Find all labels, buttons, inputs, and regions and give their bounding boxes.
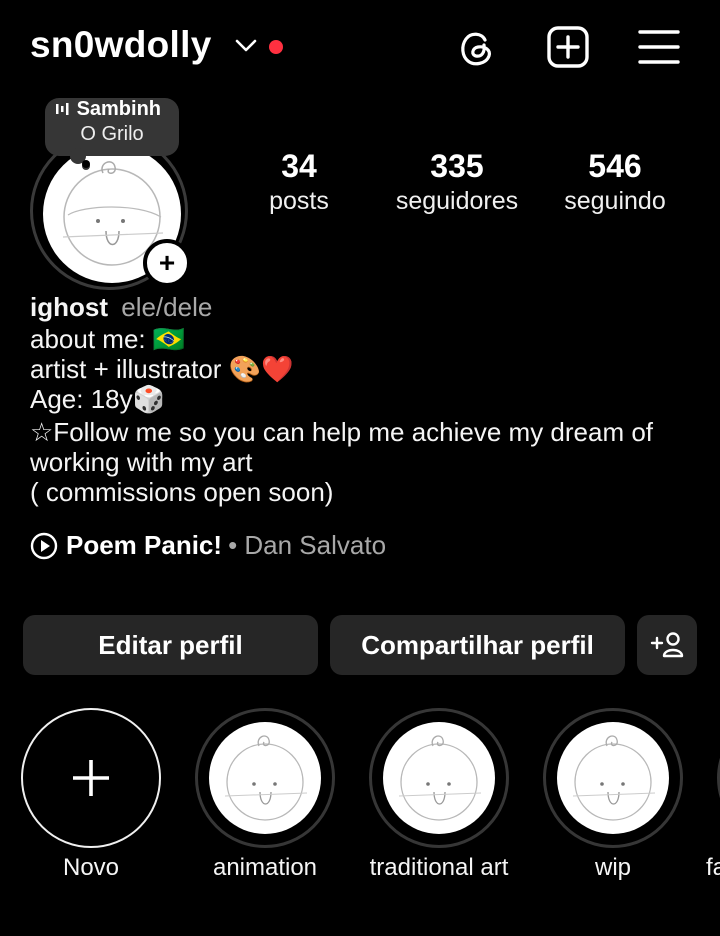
bio-line: working with my art	[30, 447, 253, 477]
highlight-item[interactable]: wip	[543, 708, 683, 882]
highlight-new-circle	[21, 708, 161, 848]
note-song: Sambinh	[76, 98, 162, 120]
menu-icon[interactable]	[637, 25, 681, 69]
highlight-item[interactable]: animation	[195, 708, 335, 882]
highlight-cover	[543, 708, 683, 848]
bio-line: ( commissions open soon)	[30, 477, 334, 507]
note-artist: O Grilo	[80, 123, 144, 145]
share-profile-button[interactable]: Compartilhar perfil	[330, 615, 625, 675]
highlight-label: traditional art	[369, 854, 509, 881]
profile-note[interactable]: Sambinh O Grilo	[45, 98, 179, 156]
add-person-icon	[650, 632, 684, 658]
profile-header: sn0wdolly	[0, 0, 720, 96]
note-song-line: Sambinh	[55, 98, 167, 121]
threads-icon[interactable]	[455, 25, 499, 69]
bio-line: Age: 18y🎲	[30, 384, 166, 414]
bio-line: about me: 🇧🇷	[30, 324, 186, 354]
edit-profile-button[interactable]: Editar perfil	[23, 615, 318, 675]
discover-people-button[interactable]	[637, 615, 697, 675]
highlight-label: wip	[594, 854, 631, 881]
highlight-item[interactable]: traditional art	[369, 708, 509, 882]
plus-icon	[73, 760, 109, 796]
stat-label: seguindo	[564, 187, 666, 215]
bio-line: artist + illustrator 🎨❤️	[30, 354, 294, 384]
chevron-down-icon[interactable]	[234, 36, 258, 56]
profile-avatar[interactable]: +	[30, 132, 194, 296]
note-tail-dot	[82, 160, 90, 168]
add-story-plus-icon[interactable]: +	[143, 239, 191, 287]
highlight-cover	[195, 708, 335, 848]
highlight-label: Novo	[62, 854, 120, 881]
profile-music[interactable]: Poem Panic! • Dan Salvato	[30, 530, 386, 561]
create-post-icon[interactable]	[546, 25, 590, 69]
display-name: ighost	[30, 292, 108, 322]
play-icon	[30, 532, 58, 559]
stat-followers[interactable]: 335 seguidores	[382, 148, 532, 216]
username-switcher[interactable]: sn0wdolly	[30, 24, 212, 66]
bio-line: ☆Follow me so you can help me achieve my…	[30, 417, 654, 447]
highlight-cover	[369, 708, 509, 848]
audio-bars-icon	[56, 103, 69, 115]
stat-value: 546	[588, 148, 642, 184]
music-title: Poem Panic!	[66, 530, 223, 560]
pronouns: ele/dele	[121, 292, 213, 322]
notification-dot	[269, 40, 283, 54]
stat-value: 335	[430, 148, 484, 184]
highlight-new[interactable]: Novo	[21, 708, 161, 882]
stat-posts[interactable]: 34 posts	[249, 148, 349, 216]
music-artist: • Dan Salvato	[228, 530, 387, 560]
stat-label: seguidores	[395, 187, 519, 215]
stat-following[interactable]: 546 seguindo	[555, 148, 675, 216]
stat-label: posts	[269, 187, 329, 215]
profile-bio: ighost ele/dele about me: 🇧🇷 artist + il…	[30, 292, 653, 507]
highlight-label: fa	[706, 854, 720, 881]
stat-value: 34	[281, 148, 317, 184]
highlight-item-partial[interactable]: fa	[705, 708, 720, 888]
highlight-label: animation	[212, 854, 318, 881]
